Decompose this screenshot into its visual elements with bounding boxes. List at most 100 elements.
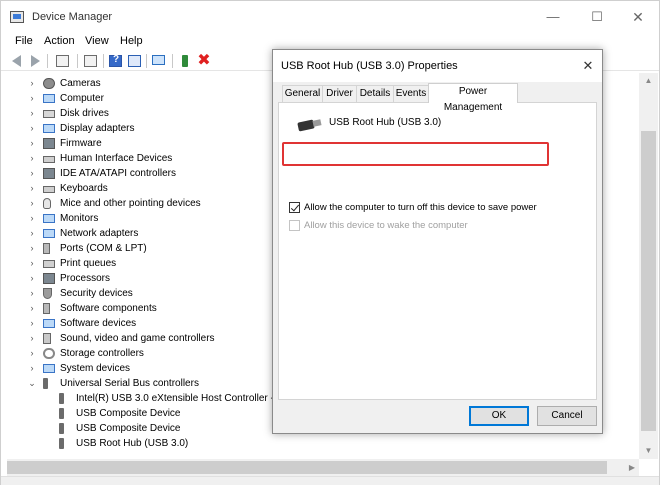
tree-category-label: Disk drives <box>60 108 109 119</box>
tree-category-label: Software components <box>60 303 157 314</box>
update-driver-button[interactable] <box>177 53 193 69</box>
expand-chevron-icon[interactable]: › <box>27 331 37 346</box>
expand-chevron-icon[interactable]: › <box>27 76 37 91</box>
expand-chevron-icon[interactable]: › <box>27 151 37 166</box>
toolbar-separator <box>77 54 78 68</box>
tab-power-management[interactable]: Power Management <box>428 83 518 113</box>
expand-chevron-icon[interactable]: › <box>27 181 37 196</box>
tree-category-label: Ports (COM & LPT) <box>60 243 147 254</box>
tree-category-label: Firmware <box>60 138 102 149</box>
back-button[interactable] <box>9 53 25 69</box>
cancel-button[interactable]: Cancel <box>537 406 597 426</box>
horizontal-scrollbar[interactable]: ▶ <box>7 459 639 476</box>
tab-general[interactable]: General <box>282 85 323 102</box>
vertical-scrollbar[interactable]: ▲ ▼ <box>639 73 658 459</box>
monitor-icon <box>43 214 55 223</box>
help-button[interactable] <box>108 53 124 69</box>
tree-category-label: IDE ATA/ATAPI controllers <box>60 168 176 179</box>
highlight-box <box>282 142 549 166</box>
show-hide-tree-button[interactable] <box>55 53 71 69</box>
expand-chevron-icon[interactable]: › <box>27 106 37 121</box>
tab-details[interactable]: Details <box>356 85 394 102</box>
maximize-button[interactable]: ☐ <box>577 1 617 33</box>
ok-button[interactable]: OK <box>469 406 529 426</box>
scan-hardware-button[interactable] <box>151 53 167 69</box>
title-bar[interactable]: Device Manager — ☐ ✕ <box>1 1 659 33</box>
device-manager-icon <box>10 11 24 23</box>
expand-chevron-icon[interactable]: › <box>27 166 37 181</box>
expand-chevron-icon[interactable]: › <box>27 196 37 211</box>
menu-action[interactable]: Action <box>44 33 75 49</box>
scroll-up-icon[interactable]: ▲ <box>639 73 658 89</box>
allow-wake-checkbox <box>289 220 300 231</box>
dialog-close-button[interactable]: ✕ <box>579 56 597 76</box>
toolbar-separator <box>103 54 104 68</box>
expand-chevron-icon[interactable]: › <box>27 121 37 136</box>
tree-category-label: Keyboards <box>60 183 108 194</box>
software-component-icon <box>43 303 50 314</box>
allow-turn-off-checkbox[interactable] <box>289 202 300 213</box>
menu-view[interactable]: View <box>85 33 109 49</box>
view-details-button[interactable] <box>127 53 143 69</box>
properties-button[interactable] <box>83 53 99 69</box>
tree-category-label: Security devices <box>60 288 133 299</box>
usb-icon <box>59 408 64 419</box>
forward-arrow-icon <box>31 55 40 67</box>
usb-icon <box>59 393 64 404</box>
uninstall-device-button[interactable]: ✖ <box>196 53 212 69</box>
keyboard-icon <box>43 186 55 193</box>
expand-chevron-icon[interactable]: › <box>27 241 37 256</box>
update-driver-icon <box>182 55 188 67</box>
monitor-scan-icon <box>152 55 165 65</box>
scroll-down-icon[interactable]: ▼ <box>639 443 658 459</box>
speaker-icon <box>43 333 51 344</box>
expand-chevron-icon[interactable]: › <box>27 286 37 301</box>
expand-chevron-icon[interactable]: › <box>27 316 37 331</box>
tree-category-label: Processors <box>60 273 111 284</box>
tab-events[interactable]: Events <box>393 85 429 102</box>
tree-category-label: Display adapters <box>60 123 135 134</box>
usb-device-label: USB Composite Device <box>76 423 181 434</box>
back-arrow-icon <box>12 55 21 67</box>
scroll-right-icon[interactable]: ▶ <box>625 459 639 476</box>
red-x-icon: ✖ <box>197 52 211 69</box>
expand-chevron-icon[interactable]: › <box>27 256 37 271</box>
toolbar-separator <box>172 54 173 68</box>
expand-chevron-icon[interactable]: › <box>27 91 37 106</box>
tree-category-label: Software devices <box>60 318 137 329</box>
expand-chevron-icon[interactable]: › <box>27 136 37 151</box>
status-bar <box>1 476 659 485</box>
tree-panel-icon <box>56 55 69 67</box>
expand-chevron-icon[interactable]: › <box>27 301 37 316</box>
menu-help[interactable]: Help <box>120 33 143 49</box>
ide-controller-icon <box>43 168 55 179</box>
allow-turn-off-label[interactable]: Allow the computer to turn off this devi… <box>304 201 537 215</box>
allow-wake-label: Allow this device to wake the computer <box>304 220 468 231</box>
toolbar-separator <box>146 54 147 68</box>
forward-button[interactable] <box>27 53 43 69</box>
display-adapter-icon <box>43 124 55 133</box>
horizontal-scroll-thumb[interactable] <box>7 461 607 474</box>
close-button[interactable]: ✕ <box>618 1 658 33</box>
expand-chevron-icon[interactable]: › <box>27 361 37 376</box>
vertical-scroll-thumb[interactable] <box>641 131 656 431</box>
tree-category-label: Computer <box>60 93 104 104</box>
camera-icon <box>43 78 55 89</box>
expand-chevron-icon[interactable]: › <box>27 346 37 361</box>
minimize-button[interactable]: — <box>533 1 573 33</box>
menu-file[interactable]: File <box>15 33 33 49</box>
tab-driver[interactable]: Driver <box>322 85 357 102</box>
network-adapter-icon <box>43 229 55 238</box>
usb-icon <box>59 423 64 434</box>
port-icon <box>43 243 50 254</box>
system-device-icon <box>43 364 55 373</box>
expand-chevron-icon[interactable]: › <box>27 271 37 286</box>
usb-device-item[interactable]: USB Root Hub (USB 3.0) <box>7 436 627 451</box>
collapse-chevron-icon[interactable]: ⌄ <box>27 376 37 391</box>
expand-chevron-icon[interactable]: › <box>27 226 37 241</box>
expand-chevron-icon[interactable]: › <box>27 211 37 226</box>
tree-category-label: Sound, video and game controllers <box>60 333 215 344</box>
device-name: USB Root Hub (USB 3.0) <box>329 117 442 128</box>
dialog-title-bar[interactable]: USB Root Hub (USB 3.0) Properties ✕ <box>273 50 602 82</box>
storage-controller-icon <box>43 348 55 359</box>
